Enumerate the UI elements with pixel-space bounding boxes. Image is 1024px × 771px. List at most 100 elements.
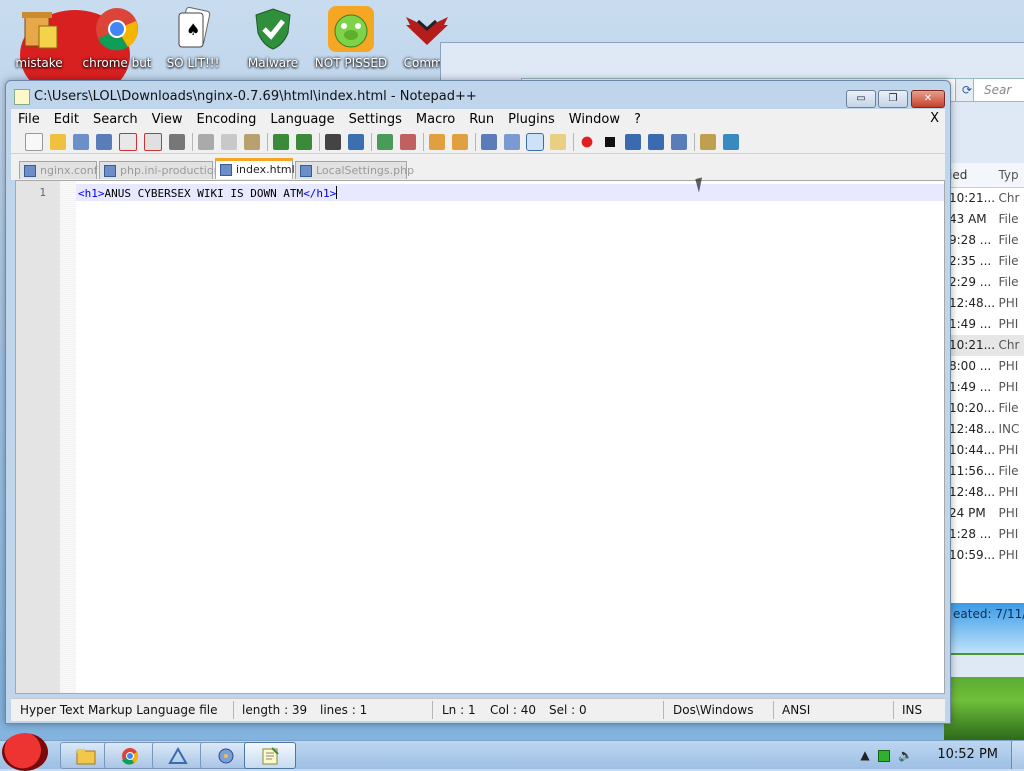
menu-window[interactable]: Window: [562, 112, 627, 127]
system-tray: ▲ 🔈 10:52 PM: [854, 741, 1024, 769]
word-wrap-icon[interactable]: [481, 133, 497, 150]
desktop-icon-so-lit[interactable]: ♠ SO LIT!!!: [156, 6, 230, 70]
desktop-icon-mistake[interactable]: mistake: [2, 6, 76, 70]
menu-search[interactable]: Search: [86, 112, 145, 127]
save-all-icon[interactable]: [96, 133, 112, 150]
status-eol[interactable]: Dos\Windows: [673, 703, 753, 717]
network-icon[interactable]: [878, 750, 890, 762]
menu-settings[interactable]: Settings: [342, 112, 409, 127]
status-insert-mode[interactable]: INS: [902, 703, 922, 717]
file-list-row[interactable]: 11:56... File: [949, 461, 1024, 482]
file-list-row[interactable]: 2:35 ... File: [949, 251, 1024, 272]
tab-nginx-conf[interactable]: nginx.conf: [19, 161, 98, 179]
line-number-gutter: 1: [16, 181, 60, 693]
spell-check-icon[interactable]: [723, 133, 739, 150]
file-list-row[interactable]: 12:48... PHI: [949, 293, 1024, 314]
menu-run[interactable]: Run: [462, 112, 501, 127]
file-list-row[interactable]: 24 PM PHI: [949, 503, 1024, 524]
menu-edit[interactable]: Edit: [47, 112, 86, 127]
taskbar-notepad-plus-plus[interactable]: [244, 742, 296, 769]
tab-php-ini-production[interactable]: php.ini-production: [99, 161, 221, 179]
tab-index-html[interactable]: index.html: [215, 158, 295, 179]
paste-icon[interactable]: [244, 133, 260, 150]
user-language-icon[interactable]: [550, 133, 566, 150]
new-file-icon[interactable]: [25, 132, 43, 151]
file-type: PHI: [998, 548, 1019, 562]
status-divider: [773, 701, 774, 719]
desktop-icon-chrome[interactable]: chrome but: [80, 6, 154, 70]
undo-icon[interactable]: [273, 133, 289, 150]
status-encoding[interactable]: ANSI: [782, 703, 810, 717]
notepad-plus-plus-window[interactable]: C:\Users\LOL\Downloads\nginx-0.7.69\html…: [5, 80, 951, 724]
file-list-row[interactable]: 10:44... PHI: [949, 440, 1024, 461]
text-editor[interactable]: 1 <h1>ANUS CYBERSEX WIKI IS DOWN ATM</h1…: [15, 180, 945, 694]
chrome-icon: [122, 747, 139, 765]
zoom-out-icon[interactable]: [400, 133, 416, 150]
close-file-icon[interactable]: [119, 132, 137, 151]
menu-plugins[interactable]: Plugins: [501, 112, 562, 127]
html-close-tag: </h1>: [303, 187, 337, 200]
save-icon[interactable]: [73, 133, 89, 150]
replace-icon[interactable]: [348, 133, 364, 150]
file-list-row[interactable]: 10:59... PHI: [949, 545, 1024, 566]
search-input[interactable]: Sear: [973, 78, 1024, 102]
file-list-row[interactable]: 1:28 ... PHI: [949, 524, 1024, 545]
find-icon[interactable]: [325, 133, 341, 150]
menu-help[interactable]: ?: [627, 112, 648, 127]
play-macro-icon[interactable]: [625, 133, 641, 150]
copy-icon[interactable]: [221, 133, 237, 150]
file-list-row[interactable]: 8:00 ... PHI: [949, 356, 1024, 377]
print-icon[interactable]: [169, 133, 185, 150]
file-list-row[interactable]: 1:49 ... PHI: [949, 377, 1024, 398]
record-macro-icon[interactable]: [579, 133, 595, 150]
menu-view[interactable]: View: [145, 112, 190, 127]
zoom-in-icon[interactable]: [377, 133, 393, 150]
menu-language[interactable]: Language: [263, 112, 341, 127]
redo-icon[interactable]: [296, 133, 312, 150]
close-all-icon[interactable]: [144, 132, 162, 151]
code-line[interactable]: <h1>ANUS CYBERSEX WIKI IS DOWN ATM</h1>: [78, 186, 338, 200]
file-list-row[interactable]: 10:21... Chr: [949, 335, 1024, 356]
file-type: Chr: [998, 338, 1020, 352]
maximize-button[interactable]: ❐: [878, 90, 908, 108]
taskbar-paint[interactable]: [152, 742, 204, 769]
fold-margin[interactable]: [60, 181, 76, 693]
file-list-row[interactable]: 43 AM File: [949, 209, 1024, 230]
close-button[interactable]: ✕: [911, 90, 945, 108]
show-all-characters-icon[interactable]: [504, 133, 520, 150]
tab-localsettings-php[interactable]: LocalSettings.php: [295, 161, 414, 179]
save-macro-icon[interactable]: [671, 133, 687, 150]
show-desktop-button[interactable]: [1011, 741, 1024, 769]
file-list-row[interactable]: 12:48... INC: [949, 419, 1024, 440]
volume-icon[interactable]: 🔈: [898, 748, 913, 762]
desktop-icon-not-pissed[interactable]: NOT PISSED: [314, 6, 388, 70]
taskbar-chrome[interactable]: [104, 742, 156, 769]
file-list-row[interactable]: 12:48... PHI: [949, 482, 1024, 503]
close-document-button[interactable]: X: [930, 111, 939, 126]
run-macro-multiple-icon[interactable]: [648, 133, 664, 150]
cut-icon[interactable]: [198, 133, 214, 150]
file-list-row[interactable]: 2:29 ... File: [949, 272, 1024, 293]
menu-encoding[interactable]: Encoding: [189, 112, 263, 127]
indent-guide-icon[interactable]: [526, 132, 544, 151]
menu-macro[interactable]: Macro: [409, 112, 462, 127]
file-list-row[interactable]: 10:20... File: [949, 398, 1024, 419]
minimize-button[interactable]: ▭: [846, 90, 876, 108]
desktop-icon-malware[interactable]: Malware: [236, 6, 310, 70]
column-header-type[interactable]: Typ: [994, 163, 1024, 187]
file-list-row[interactable]: 10:21... Chr: [949, 188, 1024, 209]
sync-horizontal-icon[interactable]: [452, 133, 468, 150]
clock[interactable]: 10:52 PM: [937, 747, 998, 762]
file-type: PHI: [998, 506, 1019, 520]
file-list-row[interactable]: 1:49 ... PHI: [949, 314, 1024, 335]
stop-macro-icon[interactable]: [602, 133, 618, 150]
menu-file[interactable]: File: [11, 112, 47, 127]
title-bar[interactable]: C:\Users\LOL\Downloads\nginx-0.7.69\html…: [6, 81, 950, 109]
show-hidden-icons-icon[interactable]: ▲: [858, 748, 872, 762]
open-in-browser-icon[interactable]: [700, 133, 716, 150]
sync-vertical-icon[interactable]: [429, 133, 445, 150]
start-button[interactable]: [2, 733, 48, 771]
column-header-modified[interactable]: ied: [949, 163, 994, 187]
file-list-row[interactable]: 9:28 ... File: [949, 230, 1024, 251]
open-folder-icon[interactable]: [50, 133, 66, 150]
